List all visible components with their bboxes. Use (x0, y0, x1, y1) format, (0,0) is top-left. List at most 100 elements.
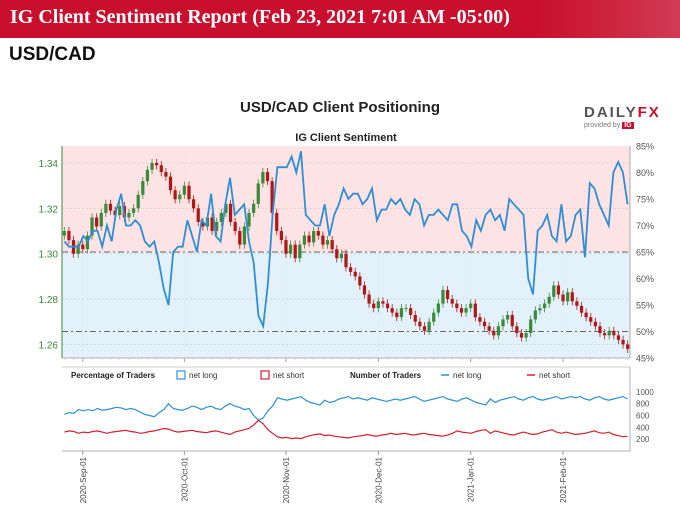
candle-body (187, 185, 191, 200)
candle-body (445, 289, 450, 300)
candle-body (145, 169, 150, 182)
candle-body (307, 235, 311, 243)
candle-body (321, 235, 325, 245)
candle-body (464, 308, 468, 313)
candle-body (607, 330, 611, 336)
candle-body (510, 314, 514, 327)
sentiment-axis-tick: 65% (636, 248, 654, 258)
candle-body (136, 194, 140, 209)
pct-traders-legend-title: Percentage of Traders (71, 371, 156, 380)
candle-body (81, 244, 85, 250)
candle-body (482, 321, 487, 327)
candle-body (302, 235, 307, 245)
candle-body (561, 294, 565, 302)
candle-body (288, 244, 293, 254)
candle-body (284, 240, 288, 254)
candle-body (413, 314, 417, 322)
candle-body (312, 231, 316, 243)
sentiment-axis-tick: 45% (636, 354, 654, 364)
candle-body (399, 308, 404, 318)
candle-body (529, 319, 533, 334)
candle-body (155, 163, 159, 166)
candle-body (196, 208, 200, 222)
candle-body (108, 203, 113, 211)
price-axis-tick: 1.28 (39, 295, 59, 306)
net-long-legend-label: net long (189, 371, 217, 380)
net-short-legend-swatch (260, 370, 270, 380)
sentiment-axis-tick: 80% (636, 168, 654, 178)
candle-body (173, 190, 177, 200)
net-long-count-legend-label: net long (453, 371, 481, 380)
candle-body (316, 231, 320, 236)
candle-body (233, 221, 237, 232)
number-traders-legend-title: Number of Traders (350, 371, 422, 380)
candle-body (279, 231, 283, 241)
sentiment-axis-tick: 55% (636, 301, 654, 311)
candle-body (228, 203, 233, 222)
candle-body (238, 231, 242, 245)
candle-body (344, 253, 348, 268)
candle-body (256, 183, 260, 204)
candle-body (159, 165, 163, 173)
candle-body (62, 231, 66, 236)
net-long-traders-line (64, 395, 628, 422)
candle-body (422, 326, 427, 331)
candle-body (589, 317, 593, 322)
candle-body (524, 333, 528, 338)
candle-body (182, 185, 186, 195)
sentiment-axis-tick: 70% (636, 221, 654, 231)
candle-body (542, 303, 547, 309)
candle-body (261, 172, 265, 184)
candle-body (538, 308, 542, 311)
candle-body (372, 303, 376, 309)
candle-body (330, 240, 334, 250)
x-axis-date-label: 2020-Oct-01 (180, 456, 189, 501)
chart-subtitle: IG Client Sentiment (295, 132, 397, 144)
net-long-legend-swatch (176, 370, 186, 380)
candle-body (566, 292, 570, 302)
net-short-zone (62, 146, 630, 252)
candle-body (626, 344, 630, 349)
candle-body (515, 326, 519, 334)
sentiment-axis-tick: 85% (636, 142, 654, 152)
candle-body (362, 285, 367, 295)
candle-body (178, 194, 182, 200)
lower-axis-tick: 1000 (636, 388, 654, 397)
price-axis-tick: 1.30 (39, 250, 59, 261)
candle-body (602, 333, 607, 336)
candle-body (390, 308, 394, 313)
lower-axis-tick: 600 (636, 412, 650, 421)
candle-body (367, 294, 371, 304)
candle-body (381, 301, 385, 304)
candle-body (127, 212, 131, 218)
candle-body (478, 317, 482, 322)
lower-axis-tick: 400 (636, 423, 650, 432)
candle-body (593, 321, 597, 327)
candle-body (598, 326, 602, 334)
candle-body (99, 212, 103, 227)
candle-body (455, 303, 459, 309)
candle-body (418, 321, 422, 327)
candle-body (496, 326, 501, 336)
candle-body (450, 299, 454, 304)
candle-body (547, 296, 551, 304)
candle-body (353, 271, 357, 277)
candle-body (501, 319, 505, 327)
candle-body (168, 176, 173, 191)
x-axis-date-label: 2020-Nov-01 (282, 456, 291, 503)
lower-axis-tick: 800 (636, 400, 650, 409)
candle-body (575, 301, 579, 306)
candle-body (492, 330, 496, 336)
candle-body (404, 308, 408, 310)
candle-body (441, 289, 445, 304)
candle-body (487, 326, 491, 331)
candle-body (519, 333, 524, 338)
candle-body (432, 312, 436, 322)
candle-body (459, 308, 464, 313)
candle-body (247, 212, 251, 227)
candle-body (150, 163, 154, 170)
candle-body (409, 308, 413, 315)
candle-body (427, 321, 431, 331)
x-axis-date-label: 2020-Dec-01 (374, 456, 383, 503)
candle-body (242, 226, 247, 245)
